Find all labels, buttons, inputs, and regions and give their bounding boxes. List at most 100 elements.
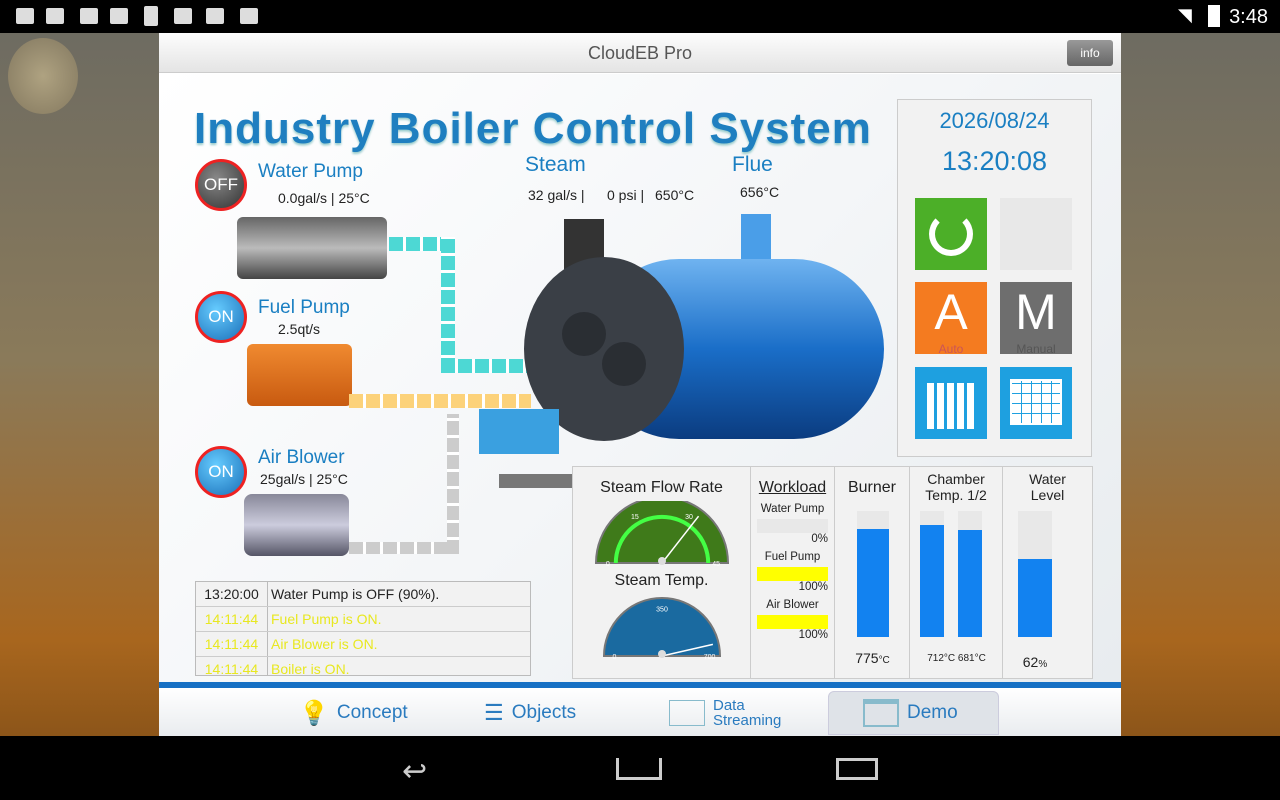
auto-letter: A [934,284,968,340]
workload-bar [757,567,828,581]
water-pump-toggle[interactable]: OFF [195,159,247,211]
bar-chart-icon [927,383,975,429]
home-icon[interactable] [616,758,662,780]
workload-title: Workload [758,479,827,496]
workload-value: 100% [798,581,828,593]
info-button[interactable]: info [1067,40,1113,66]
tab-concept[interactable]: 💡 Concept [299,691,408,735]
workload-label: Fuel Pump [764,551,821,563]
workload-value: 0% [811,533,828,545]
workload-bar [757,519,828,533]
water-pump-readout: 0.0gal/s | 25°C [278,190,370,206]
auto-label: Auto [938,342,964,356]
air-blower-toggle[interactable]: ON [195,446,247,498]
tab-data-streaming[interactable]: Data Streaming [669,691,781,735]
fuel-pump-readout: 2.5qt/s [278,321,321,337]
log-time: 14:11:44 [196,657,268,675]
log-message: Boiler is ON. [271,661,350,676]
calendar-icon [1010,379,1062,425]
navigation-bar: ↩ [0,736,1280,800]
log-row: 14:11:44 Boiler is ON. [196,657,530,676]
chamber2-value: 681°C [957,653,986,664]
back-icon[interactable]: ↩ [402,754,427,789]
air-pipe [447,414,459,554]
log-message: Air Blower is ON. [271,636,378,652]
tab-label: Streaming [713,712,782,729]
checkbox-icon [206,8,224,24]
chart-icon [669,700,705,726]
burner-bar [857,511,889,637]
burner-title: Burner [847,479,897,496]
tab-label: Concept [336,702,408,723]
steam-temp-readout: 650°C [655,187,695,203]
water-level-subtitle: Level [1030,487,1065,503]
chamber1-bar [920,511,944,637]
steam-flow-title: Steam Flow Rate [600,479,723,496]
water-level-title: Water [1029,471,1066,487]
log-time: 14:11:44 [196,607,268,631]
app-title: CloudEB Pro [587,43,693,63]
tab-demo[interactable]: Demo [828,691,999,735]
workload-value: 100% [798,629,828,641]
fuel-pump-toggle[interactable]: ON [195,291,247,343]
avatar[interactable] [8,38,78,114]
log-time: 14:11:44 [196,632,268,656]
boiler-image [479,214,884,488]
control-panel: 2026/08/24 13:20:08 A Auto M Manual [897,99,1092,457]
air-pipe [349,542,459,554]
flue-label: Flue [732,153,773,176]
event-log[interactable]: 13:20:00 Water Pump is OFF (90%). 14:11:44… [195,581,531,676]
gauge-tick-label: 0 [612,654,616,660]
water-level-bar [1018,511,1052,637]
window-icon [863,699,899,727]
image-icon [16,8,34,24]
calendar-button[interactable] [1000,367,1072,439]
app-window: CloudEB Pro info Industry Boiler Control… [159,33,1121,736]
barcode-icon [240,8,258,24]
log-row: 14:11:44 Air Blower is ON. [196,632,530,657]
title-bar: CloudEB Pro info [159,33,1121,73]
burner-unit: °C [878,655,890,666]
gauge-tick-label: 45 [712,561,720,567]
status-bar: ◥ 3:48 [0,0,1280,33]
manual-mode-button[interactable]: M Manual [1000,282,1072,356]
fuel-pump-image [247,344,352,406]
tab-objects[interactable]: ☰ Objects [484,691,576,735]
empty-tile [1000,198,1072,270]
air-blower-label: Air Blower [258,447,345,468]
auto-mode-button[interactable]: A Auto [915,282,987,356]
date: 2026/08/24 [939,108,1050,133]
gauge-hub [657,557,666,565]
chamber2-bar [958,511,982,637]
workload-bar [757,615,828,629]
sliders-icon: ☰ [484,700,504,725]
manual-letter: M [1015,284,1057,340]
workload-item: Fuel Pump 100% [751,551,834,593]
gauge-tick-label: 350 [656,606,668,613]
power-button[interactable] [915,198,987,270]
steam-flow-readout: 32 gal/s | [528,187,585,203]
burner-value: 775 [855,650,879,666]
recents-icon[interactable] [836,758,878,780]
time: 13:20:08 [941,146,1048,176]
gauge-tick-label: 15 [631,514,639,521]
steam-flow-gauge: 0 15 30 45 [594,496,729,568]
lightbulb-icon: 💡 [299,699,329,727]
water-pump-image [237,217,387,279]
workload-item: Air Blower 100% [751,599,834,641]
chamber1-value: 712°C [927,653,956,664]
steam-temp-gauge: 0 350 700 [602,597,721,661]
steam-label: Steam [525,153,586,176]
fuel-pump-label: Fuel Pump [258,297,350,318]
log-row: 14:11:44 Fuel Pump is ON. [196,607,530,632]
tablet-icon [144,6,158,26]
water-level-unit: % [1038,659,1048,670]
gauge-hub [657,650,666,658]
tab-label: Demo [907,702,958,723]
gauge-tick-label: 30 [685,514,693,521]
chart-button[interactable] [915,367,987,439]
water-pipe [441,237,455,372]
dashboard: Industry Boiler Control System OFF Water… [159,74,1121,682]
air-blower-readout: 25gal/s | 25°C [260,471,348,487]
status-time: 3:48 [1229,6,1268,28]
